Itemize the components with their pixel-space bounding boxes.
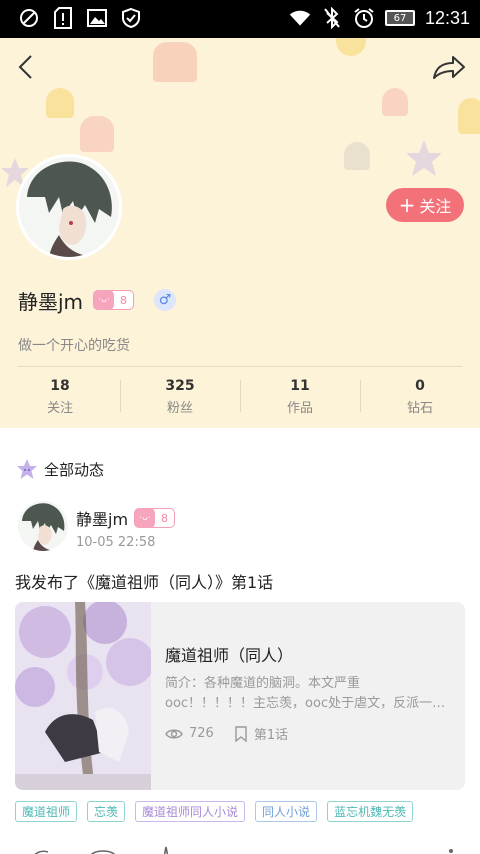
comment-icon[interactable] — [88, 847, 118, 854]
bookmark-icon — [235, 725, 247, 742]
tag[interactable]: 同人小说 — [255, 801, 318, 822]
like-icon[interactable] — [158, 845, 174, 854]
post-level-badge: ·ᴗ· 8 — [134, 508, 175, 528]
level-face-icon: ·ᴗ· — [94, 290, 114, 310]
wifi-icon — [289, 6, 311, 30]
status-bar: 67 12:31 — [0, 0, 480, 38]
level-face-icon: ·ᴗ· — [135, 508, 155, 528]
chapter-label: 第1话 — [253, 728, 289, 743]
tag-list: 魔道祖师 忘羡 魔道祖师同人小说 同人小说 蓝忘机魏无羡 — [15, 801, 414, 822]
profile-avatar[interactable] — [16, 154, 122, 260]
work-meta: 726 第1话 — [165, 724, 288, 743]
male-gender-icon: ♂ — [154, 289, 176, 311]
block-icon — [18, 6, 40, 30]
decor-ghost-icon — [336, 38, 366, 56]
profile-stats: 18 关注 325 粉丝 11 作品 0 钻石 — [0, 378, 480, 418]
share-button[interactable] — [432, 52, 466, 82]
work-title: 魔道祖师（同人） — [165, 646, 294, 665]
battery-icon: 67 — [384, 10, 415, 26]
tag[interactable]: 忘羡 — [87, 801, 126, 822]
clock: 12:31 — [424, 7, 470, 28]
image-icon — [86, 6, 108, 30]
stat-followers[interactable]: 325 粉丝 — [120, 378, 240, 418]
back-chevron-icon — [18, 55, 32, 79]
more-icon[interactable] — [446, 848, 456, 854]
work-description: 简介：各种魔道的脑洞。本文严重 ooc！！！！！主忘羡，ooc处于虐文，反派一… — [165, 674, 457, 714]
divider — [18, 366, 462, 367]
shield-check-icon — [120, 6, 142, 30]
view-count: 726 — [189, 726, 214, 741]
stat-value: 11 — [290, 378, 310, 394]
stat-value: 18 — [50, 378, 70, 394]
stat-label: 关注 — [46, 401, 73, 416]
share-arrow-icon — [433, 56, 465, 79]
back-button[interactable] — [12, 52, 42, 82]
follow-button-label: 关注 — [419, 197, 452, 216]
stat-value: 325 — [165, 378, 195, 394]
profile-bio: 做一个开心的吃货 — [18, 338, 130, 354]
work-card[interactable]: 魔道祖师（同人） 简介：各种魔道的脑洞。本文严重 ooc！！！！！主忘羡，ooc… — [15, 602, 465, 790]
post-time: 10-05 22:58 — [76, 535, 156, 550]
section-title: 全部动态 — [16, 458, 104, 480]
post-author-name[interactable]: 静墨jm — [76, 506, 128, 530]
level-badge: ·ᴗ· 8 — [93, 290, 134, 310]
tag[interactable]: 魔道祖师同人小说 — [135, 801, 246, 822]
profile-username: 静墨jm — [18, 290, 84, 314]
decor-ghost-icon — [46, 88, 74, 118]
work-cover-image — [15, 602, 151, 790]
star-face-icon — [17, 459, 37, 479]
decor-star-icon — [406, 140, 442, 176]
stat-label: 钻石 — [406, 401, 433, 416]
post-text: 我发布了《魔道祖师（同人）》第1话 — [15, 573, 274, 592]
follow-button[interactable]: + 关注 — [386, 188, 464, 222]
post-author-avatar[interactable] — [18, 501, 68, 551]
level-value: 8 — [120, 293, 127, 307]
alarm-icon — [353, 6, 375, 30]
stat-following[interactable]: 18 关注 — [0, 378, 120, 418]
level-value: 8 — [161, 511, 168, 525]
stat-works[interactable]: 11 作品 — [240, 378, 360, 418]
stat-diamonds[interactable]: 0 钻石 — [360, 378, 480, 418]
tag[interactable]: 蓝忘机魏无羡 — [327, 801, 414, 822]
profile-header: + 关注 静墨jm ·ᴗ· 8 ♂ 做一个开心的吃货 18 关注 325 粉丝 … — [0, 38, 480, 428]
eye-icon — [165, 729, 183, 738]
post-action-bar — [0, 842, 480, 854]
tag[interactable]: 魔道祖师 — [15, 801, 78, 822]
work-description-line: 简介：各种魔道的脑洞。本文严重 — [165, 676, 361, 691]
plus-icon: + — [398, 193, 416, 217]
stat-value: 0 — [415, 378, 425, 394]
share-icon[interactable] — [30, 846, 50, 854]
decor-ghost-icon — [153, 42, 197, 82]
work-description-line: ooc！！！！！主忘羡，ooc处于虐文，反派一… — [165, 696, 446, 711]
decor-ghost-icon — [458, 98, 480, 134]
decor-ghost-icon — [344, 142, 370, 170]
decor-ghost-icon — [382, 88, 408, 116]
stat-label: 作品 — [286, 401, 313, 416]
decor-ghost-icon — [80, 116, 114, 152]
stat-label: 粉丝 — [166, 401, 193, 416]
bluetooth-off-icon — [321, 6, 343, 30]
section-title-text: 全部动态 — [44, 460, 105, 479]
sim-alert-icon — [52, 6, 74, 30]
